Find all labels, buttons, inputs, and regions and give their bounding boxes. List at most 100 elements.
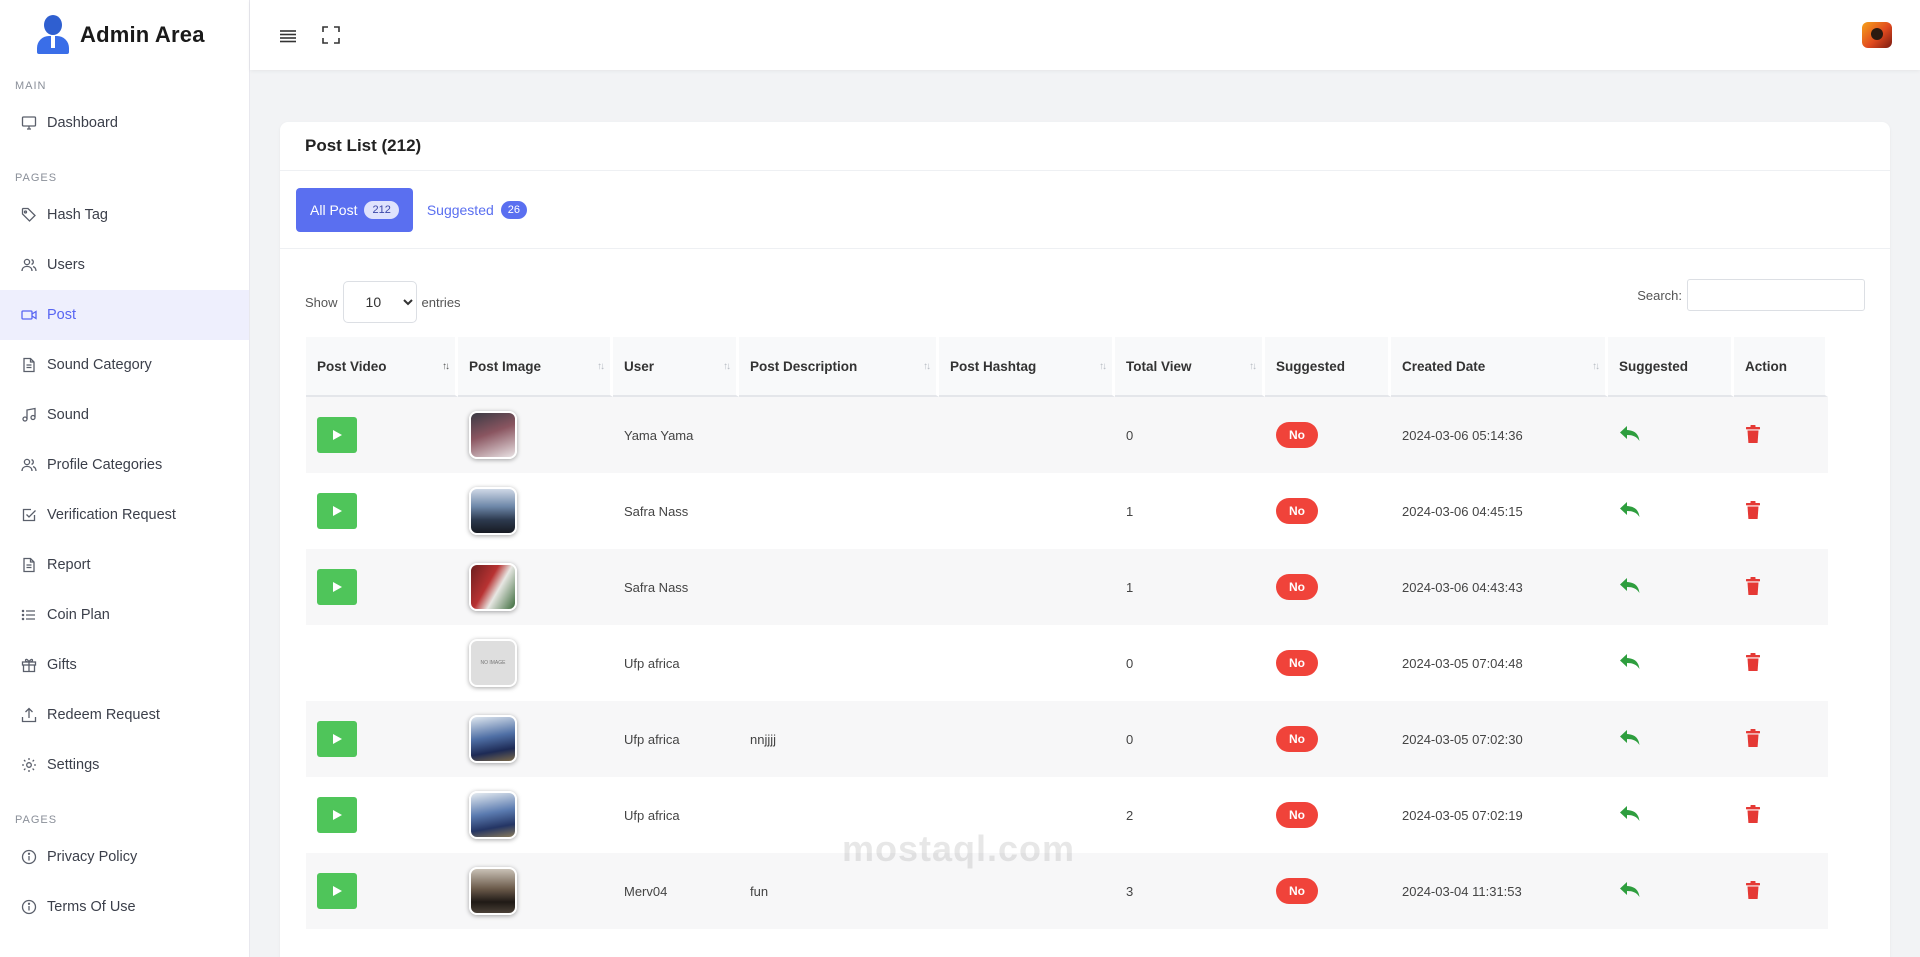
play-video-button[interactable] [317,493,357,529]
tab-all-post[interactable]: All Post 212 [296,187,413,232]
user-avatar[interactable] [1862,22,1892,48]
sidebar-item-terms-of-use[interactable]: Terms Of Use [0,882,249,932]
column-header-post-hashtag[interactable]: Post Hashtag ↑↓ [939,337,1115,397]
delete-trash-icon[interactable] [1745,728,1761,748]
views-cell: 3 [1115,853,1265,929]
sidebar-item-profile-categories[interactable]: Profile Categories [0,440,249,490]
sidebar-item-label: Settings [47,757,100,773]
post-thumbnail[interactable] [469,411,517,459]
sidebar-item-label: Users [47,257,85,273]
upload-icon [20,706,38,724]
suggest-reply-icon[interactable] [1619,881,1641,899]
search-label: Search: [1637,287,1682,303]
sidebar-item-users[interactable]: Users [0,240,249,290]
sidebar-item-label: Dashboard [47,115,118,131]
tab-suggested[interactable]: Suggested 26 [413,188,541,232]
suggest-reply-icon[interactable] [1619,501,1641,519]
post-image-cell: NO IMAGE [458,625,613,701]
sidebar-item-post[interactable]: Post [0,290,249,340]
suggested-cell: No [1265,397,1391,473]
column-header-post-video[interactable]: Post Video ↑↓ [306,337,458,397]
delete-trash-icon[interactable] [1745,500,1761,520]
post-thumbnail[interactable] [469,715,517,763]
sort-icon[interactable]: ↑↓ [442,361,450,372]
column-header-created-date[interactable]: Created Date ↑↓ [1391,337,1608,397]
column-header-post-image[interactable]: Post Image ↑↓ [458,337,613,397]
sidebar-item-sound[interactable]: Sound [0,390,249,440]
action-cell [1734,549,1828,625]
sidebar-item-verification-request[interactable]: Verification Request [0,490,249,540]
suggest-action-cell [1608,701,1734,777]
sidebar-item-hash-tag[interactable]: Hash Tag [0,190,249,240]
play-video-button[interactable] [317,797,357,833]
post-image-cell [458,473,613,549]
suggest-reply-icon[interactable] [1619,577,1641,595]
post-image-cell [458,397,613,473]
hashtag-cell [939,701,1115,777]
play-video-button[interactable] [317,569,357,605]
play-video-button[interactable] [317,721,357,757]
sort-icon[interactable]: ↑↓ [597,361,605,372]
user-name: Yama Yama [624,427,694,443]
sidebar-item-redeem-request[interactable]: Redeem Request [0,690,249,740]
play-video-button[interactable] [317,417,357,453]
brand-title: Admin Area [80,22,205,47]
total-view: 0 [1126,427,1134,443]
sidebar-item-settings[interactable]: Settings [0,740,249,790]
total-view: 0 [1126,655,1134,671]
suggested-cell: No [1265,777,1391,853]
suggested-cell: No [1265,473,1391,549]
created-cell: 2024-03-06 04:45:15 [1391,473,1608,549]
action-cell [1734,473,1828,549]
sort-icon[interactable]: ↑↓ [1249,361,1257,372]
sidebar-item-dashboard[interactable]: Dashboard [0,98,249,148]
sidebar-item-sound-category[interactable]: Sound Category [0,340,249,390]
delete-trash-icon[interactable] [1745,576,1761,596]
no-image-placeholder[interactable]: NO IMAGE [469,639,517,687]
sidebar-item-gifts[interactable]: Gifts [0,640,249,690]
suggest-action-cell [1608,625,1734,701]
delete-trash-icon[interactable] [1745,880,1761,900]
column-header-total-view[interactable]: Total View ↑↓ [1115,337,1265,397]
suggest-action-cell [1608,473,1734,549]
column-header-post-description[interactable]: Post Description ↑↓ [739,337,939,397]
column-header-label: User [624,358,655,374]
post-video-cell [306,397,458,473]
suggest-reply-icon[interactable] [1619,653,1641,671]
sidebar-item-label: Hash Tag [47,207,108,223]
sort-icon[interactable]: ↑↓ [1592,361,1600,372]
post-thumbnail[interactable] [469,867,517,915]
sidebar-item-report[interactable]: Report [0,540,249,590]
post-image-cell [458,549,613,625]
entries-select[interactable]: 10 [342,281,417,323]
tag-icon [20,206,38,224]
suggest-reply-icon[interactable] [1619,729,1641,747]
search-input[interactable] [1687,279,1865,311]
description-cell: nnjjjj [739,701,939,777]
delete-trash-icon[interactable] [1745,652,1761,672]
suggest-reply-icon[interactable] [1619,805,1641,823]
play-video-button[interactable] [317,873,357,909]
sort-icon[interactable]: ↑↓ [1099,361,1107,372]
brand[interactable]: Admin Area [0,0,249,70]
fullscreen-icon[interactable] [322,26,340,44]
column-header-user[interactable]: User ↑↓ [613,337,739,397]
delete-trash-icon[interactable] [1745,424,1761,444]
sidebar-item-label: Sound Category [47,357,152,373]
delete-trash-icon[interactable] [1745,804,1761,824]
sidebar-item-privacy-policy[interactable]: Privacy Policy [0,832,249,882]
post-thumbnail[interactable] [469,487,517,535]
sidebar-item-coin-plan[interactable]: Coin Plan [0,590,249,640]
post-thumbnail[interactable] [469,791,517,839]
hamburger-menu-icon[interactable] [278,26,298,44]
sort-icon[interactable]: ↑↓ [723,361,731,372]
sidebar: Admin Area MAIN Dashboard PAGES Hash Tag Use… [0,0,250,957]
suggested-cell: No [1265,701,1391,777]
suggest-reply-icon[interactable] [1619,425,1641,443]
user-cell: Merv04 [613,853,739,929]
sort-icon[interactable]: ↑↓ [923,361,931,372]
post-thumbnail[interactable] [469,563,517,611]
sidebar-item-label: Coin Plan [47,607,110,623]
action-cell [1734,625,1828,701]
suggested-status-badge: No [1276,878,1318,904]
